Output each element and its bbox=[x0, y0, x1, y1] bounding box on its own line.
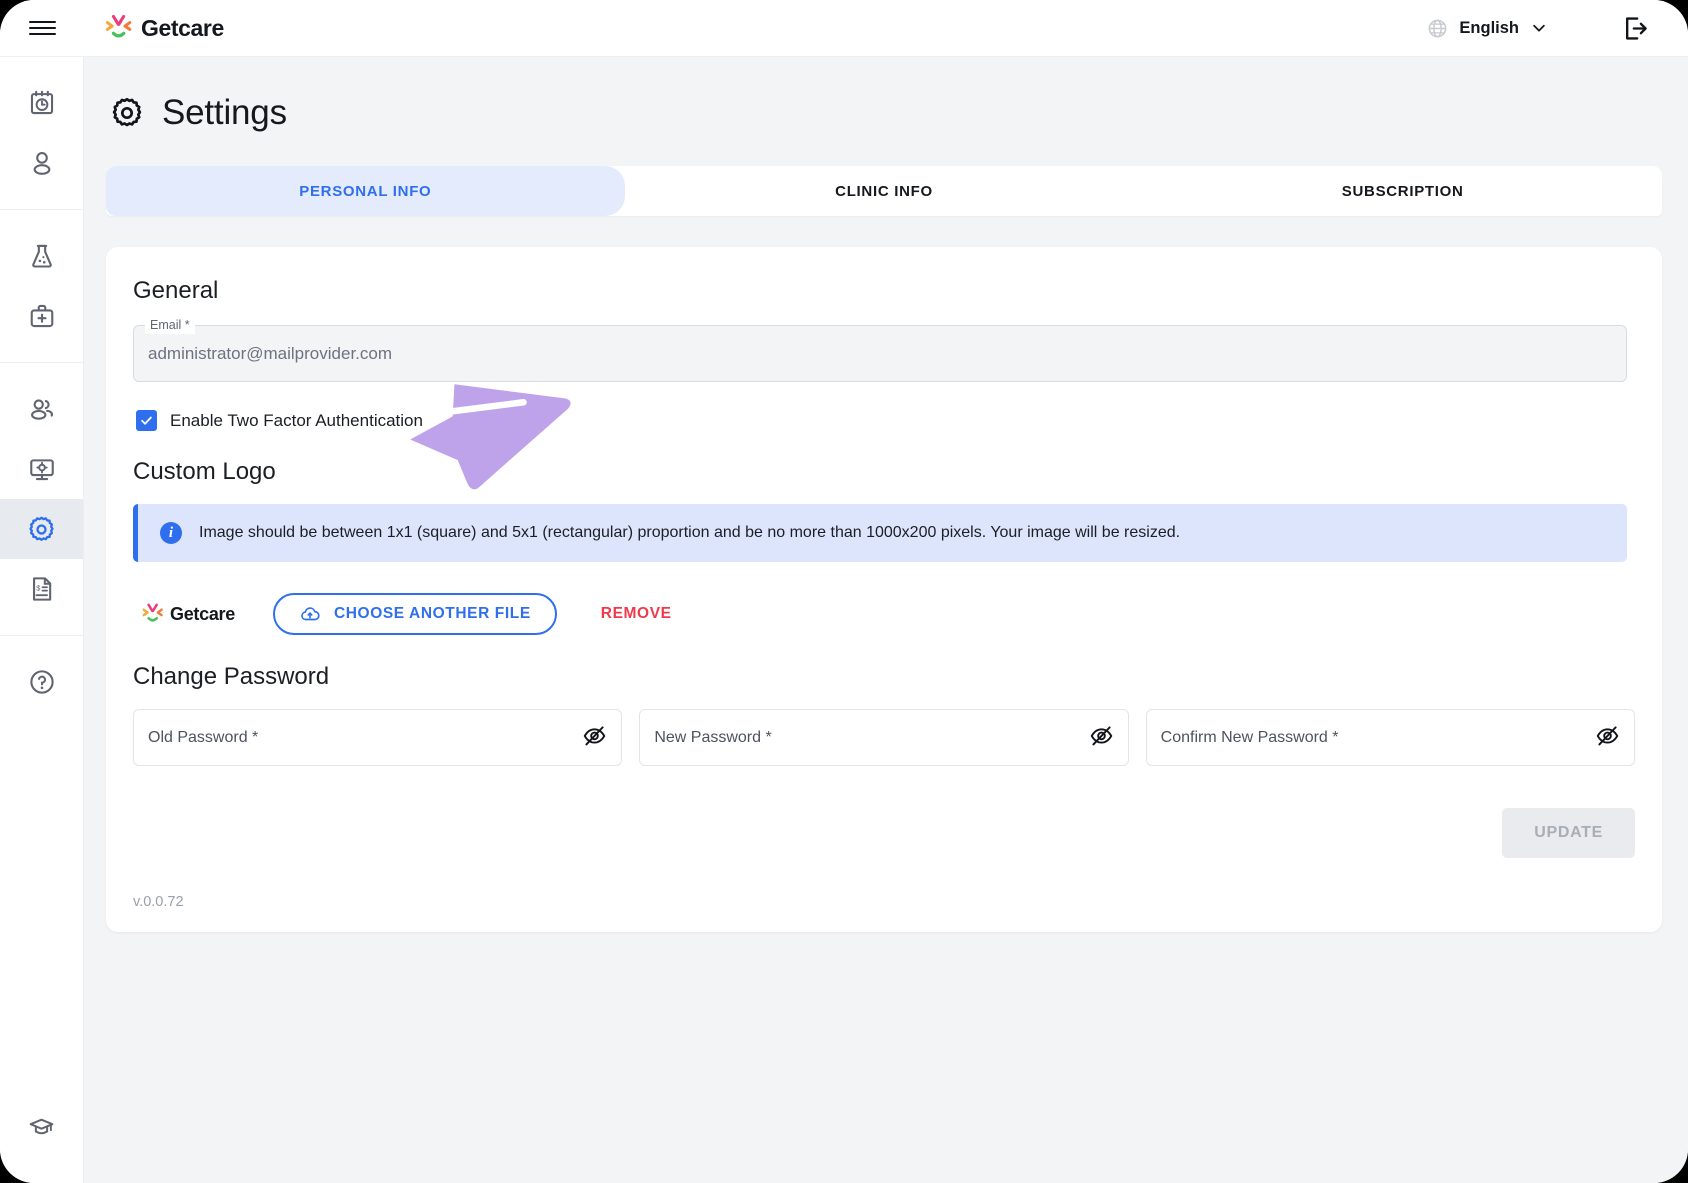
menu-line bbox=[28, 26, 56, 30]
two-factor-checkbox[interactable] bbox=[136, 410, 157, 431]
gear-icon bbox=[29, 516, 54, 541]
app-version: v.0.0.72 bbox=[133, 894, 184, 910]
sidebar-item-help[interactable] bbox=[0, 652, 83, 712]
eye-off-icon[interactable] bbox=[582, 723, 607, 753]
email-field-label: Email * bbox=[145, 317, 195, 334]
choose-another-file-button[interactable]: CHOOSE ANOTHER FILE bbox=[272, 593, 557, 635]
hamburger-menu-icon[interactable] bbox=[0, 0, 84, 57]
getcare-logo-icon bbox=[105, 14, 132, 38]
sidebar-item-training[interactable] bbox=[0, 1097, 83, 1157]
sidebar: $ bbox=[0, 57, 84, 1183]
users-group-icon bbox=[30, 399, 53, 420]
two-factor-row[interactable]: Enable Two Factor Authentication bbox=[136, 410, 1635, 431]
sidebar-item-devices[interactable] bbox=[0, 439, 83, 499]
logout-icon bbox=[1625, 16, 1647, 40]
confirm-password-placeholder: Confirm New Password * bbox=[1160, 728, 1339, 746]
sidebar-bottom-group bbox=[0, 1097, 83, 1157]
general-heading: General bbox=[133, 277, 219, 304]
getcare-logo-icon bbox=[142, 603, 163, 622]
change-password-heading: Change Password bbox=[133, 663, 330, 690]
update-button-row: UPDATE bbox=[133, 808, 1635, 858]
sidebar-group-3: $ bbox=[0, 363, 83, 636]
top-bar-actions: English bbox=[1417, 6, 1688, 50]
main-content: Settings PERSONAL INFO CLINIC INFO SUBSC… bbox=[84, 57, 1688, 1183]
question-circle-icon bbox=[29, 670, 54, 694]
gear-icon bbox=[112, 97, 142, 127]
checkmark-icon bbox=[141, 416, 152, 425]
top-bar: Getcare English bbox=[0, 0, 1688, 57]
tab-personal-info[interactable]: PERSONAL INFO bbox=[106, 166, 625, 216]
sidebar-item-patients[interactable] bbox=[0, 133, 83, 193]
calendar-clock-icon bbox=[30, 90, 53, 115]
password-fields-row: Old Password * New Password * Confirm Ne… bbox=[133, 709, 1635, 766]
menu-line bbox=[28, 32, 56, 36]
tab-subscription[interactable]: SUBSCRIPTION bbox=[1143, 166, 1662, 216]
logo-info-banner: i Image should be between 1x1 (square) a… bbox=[133, 504, 1627, 562]
medical-briefcase-icon bbox=[30, 304, 53, 328]
email-field-value: administrator@mailprovider.com bbox=[148, 343, 393, 363]
language-label: English bbox=[1459, 18, 1519, 37]
email-field[interactable]: Email * administrator@mailprovider.com bbox=[133, 317, 1627, 382]
brand-name: Getcare bbox=[141, 14, 224, 41]
chevron-down-icon bbox=[1533, 24, 1545, 32]
eye-off-icon[interactable] bbox=[1595, 723, 1620, 753]
new-password-placeholder: New Password * bbox=[654, 728, 772, 746]
graduation-cap-icon bbox=[29, 1118, 54, 1134]
old-password-field[interactable]: Old Password * bbox=[133, 709, 623, 766]
confirm-password-field[interactable]: Confirm New Password * bbox=[1145, 709, 1635, 766]
sidebar-group-2 bbox=[0, 210, 83, 363]
logo-preview-name: Getcare bbox=[170, 603, 235, 624]
custom-logo-heading: Custom Logo bbox=[133, 458, 276, 485]
monitor-gear-icon bbox=[29, 459, 54, 481]
settings-tabs: PERSONAL INFO CLINIC INFO SUBSCRIPTION bbox=[106, 166, 1662, 216]
language-selector[interactable]: English bbox=[1417, 10, 1558, 47]
two-factor-label: Enable Two Factor Authentication bbox=[170, 410, 423, 430]
app-window: Getcare English $ Settings PERSONAL INFO… bbox=[0, 0, 1688, 1183]
logo-upload-row: Getcare CHOOSE ANOTHER FILE REMOVE bbox=[141, 593, 1635, 635]
eye-off-icon[interactable] bbox=[1089, 723, 1114, 753]
page-header: Settings bbox=[84, 57, 1688, 133]
logout-button[interactable] bbox=[1606, 6, 1664, 50]
globe-icon bbox=[1429, 19, 1447, 37]
menu-line bbox=[28, 20, 56, 24]
new-password-field[interactable]: New Password * bbox=[639, 709, 1129, 766]
invoice-document-icon: $ bbox=[32, 577, 51, 601]
old-password-placeholder: Old Password * bbox=[148, 728, 259, 746]
svg-text:$: $ bbox=[36, 583, 41, 592]
update-button[interactable]: UPDATE bbox=[1502, 808, 1635, 858]
sidebar-group-4 bbox=[0, 636, 83, 728]
personal-info-panel: General Email * administrator@mailprovid… bbox=[106, 247, 1662, 932]
logo-preview: Getcare bbox=[141, 602, 235, 626]
sidebar-item-lab[interactable] bbox=[0, 226, 83, 286]
sidebar-item-medical-kit[interactable] bbox=[0, 286, 83, 346]
cloud-upload-icon bbox=[301, 607, 320, 621]
tab-clinic-info[interactable]: CLINIC INFO bbox=[624, 166, 1144, 216]
choose-another-file-label: CHOOSE ANOTHER FILE bbox=[333, 605, 531, 622]
lab-flask-icon bbox=[31, 244, 52, 268]
user-icon bbox=[33, 152, 50, 175]
brand-logo[interactable]: Getcare bbox=[104, 13, 224, 43]
page-title: Settings bbox=[162, 93, 287, 132]
sidebar-item-invoices[interactable]: $ bbox=[0, 559, 83, 619]
remove-logo-button[interactable]: REMOVE bbox=[601, 605, 672, 623]
sidebar-group-1 bbox=[0, 57, 83, 210]
logo-info-banner-text: Image should be between 1x1 (square) and… bbox=[199, 524, 1181, 541]
sidebar-item-settings[interactable] bbox=[0, 499, 83, 559]
sidebar-item-appointments[interactable] bbox=[0, 73, 83, 133]
sidebar-item-staff[interactable] bbox=[0, 379, 83, 439]
info-icon: i bbox=[160, 522, 182, 544]
